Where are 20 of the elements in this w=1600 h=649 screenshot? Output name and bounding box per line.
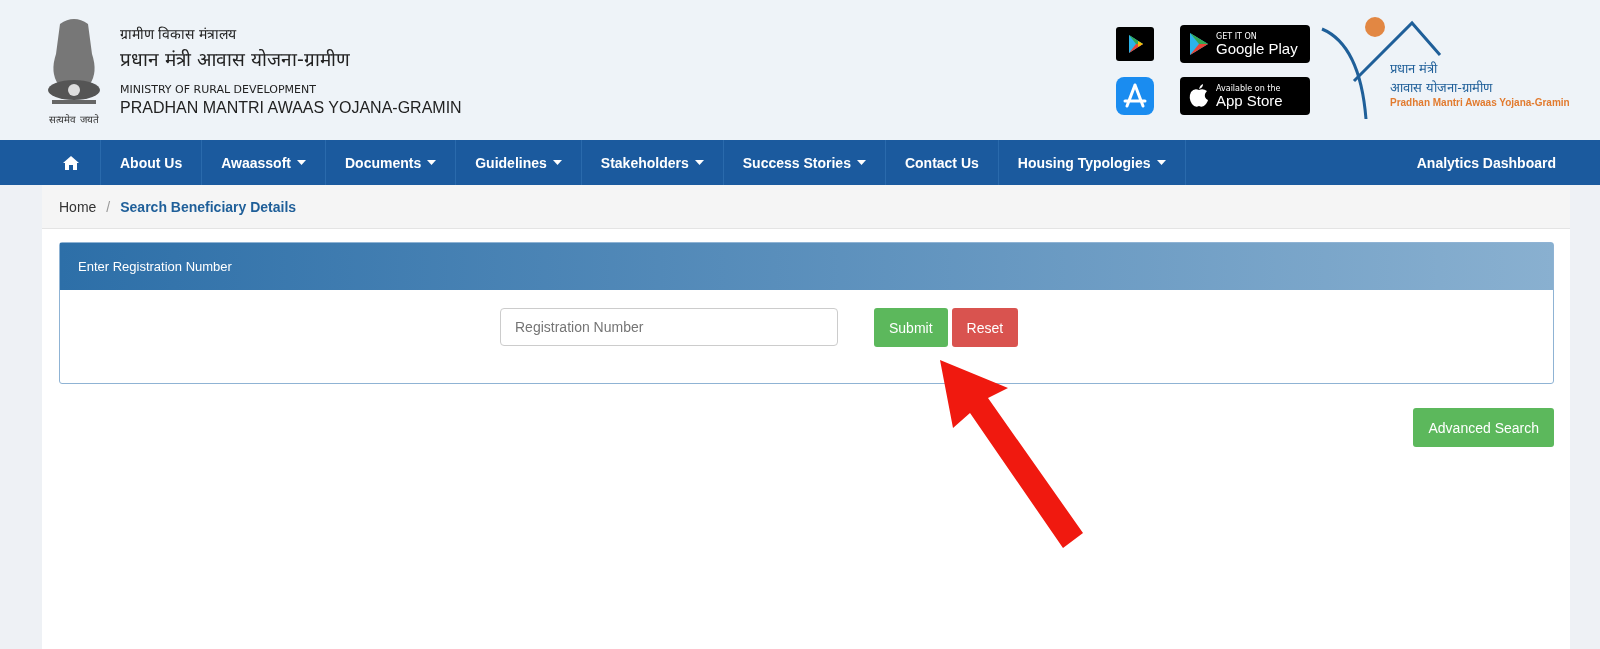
google-play-badge[interactable]: GET IT ON Google Play <box>1180 25 1310 63</box>
scheme-english: PRADHAN MANTRI AWAAS YOJANA-GRAMIN <box>120 98 462 117</box>
emblem-motto: सत्यमेव जयते <box>49 113 99 126</box>
reset-button[interactable]: Reset <box>951 308 1019 347</box>
nav-link[interactable]: Analytics Dashboard <box>1397 140 1570 185</box>
registration-number-field[interactable]: Registration Number <box>500 308 838 346</box>
breadcrumb-link[interactable]: Home <box>59 198 97 215</box>
panel-title: Enter Registration Number <box>78 259 232 274</box>
play-store-icon[interactable] <box>1116 27 1154 61</box>
logo-english-line: Pradhan Mantri Awaas Yojana-Gramin <box>1390 97 1570 108</box>
logo-hindi-line: प्रधान मंत्री <box>1390 60 1439 77</box>
app-store-icon[interactable] <box>1116 77 1154 115</box>
ministry-english: MINISTRY OF RURAL DEVELOPMENT <box>120 82 317 96</box>
breadcrumb-current: Search Beneficiary Details <box>120 198 297 215</box>
scheme-hindi: प्रधान मंत्री आवास योजना-ग्रामीण <box>120 46 351 72</box>
breadcrumb-separator: / <box>106 198 111 215</box>
app-store-badge[interactable]: Available on the App Store <box>1180 77 1310 115</box>
home-icon <box>62 154 80 171</box>
ministry-hindi: ग्रामीण विकास मंत्रालय <box>120 24 238 43</box>
logo-hindi-line: आवास योजना-ग्रामीण <box>1390 79 1494 96</box>
